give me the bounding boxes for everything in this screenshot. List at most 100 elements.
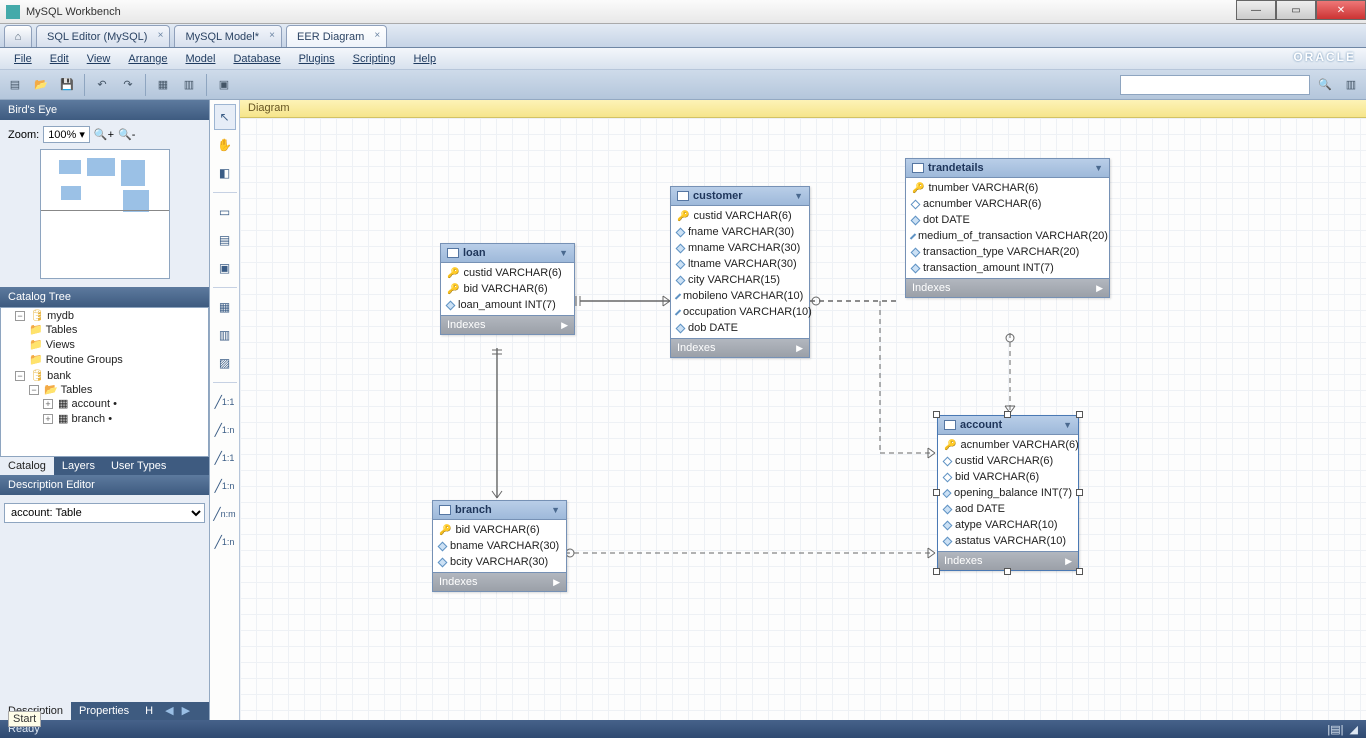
tab-eer-diagram[interactable]: EER Diagram × xyxy=(286,25,387,47)
chevron-down-icon[interactable]: ▼ xyxy=(559,248,568,258)
rel-1-n-id-icon[interactable]: ╱1:n xyxy=(214,473,236,499)
diamond-icon xyxy=(911,215,921,225)
tab-close-icon[interactable]: × xyxy=(374,30,380,41)
entity-account[interactable]: account▼ 🔑acnumber VARCHAR(6) custid VAR… xyxy=(937,415,1079,571)
tab-label: EER Diagram xyxy=(297,31,364,43)
catalog-tree[interactable]: − 🛢 mydb 📁 Tables 📁 Views 📁 Routine Grou… xyxy=(0,307,209,457)
eraser-tool-icon[interactable]: ◧ xyxy=(214,160,236,186)
export-icon[interactable]: ▣ xyxy=(213,74,235,96)
panel-tab-history[interactable]: H xyxy=(137,702,161,720)
resize-handle[interactable] xyxy=(933,411,940,418)
panel-tab-properties[interactable]: Properties xyxy=(71,702,137,720)
resize-handle[interactable] xyxy=(1076,411,1083,418)
note-tool-icon[interactable]: ▤ xyxy=(214,227,236,253)
panel-tab-layers[interactable]: Layers xyxy=(54,457,103,475)
maximize-button[interactable]: ▭ xyxy=(1276,0,1316,20)
diagram-header: Diagram xyxy=(240,100,1366,118)
menu-arrange[interactable]: Arrange xyxy=(120,51,175,67)
resize-handle[interactable] xyxy=(933,568,940,575)
align-icon[interactable]: ▥ xyxy=(178,74,200,96)
zoom-out-icon[interactable]: 🔍- xyxy=(118,128,135,141)
search-input[interactable] xyxy=(1120,75,1310,95)
tab-close-icon[interactable]: × xyxy=(269,30,275,41)
table-tool-icon[interactable]: ▦ xyxy=(214,294,236,320)
resize-handle[interactable] xyxy=(933,489,940,496)
panel-tab-left-arrow[interactable]: ◀ xyxy=(161,702,177,720)
app-title: MySQL Workbench xyxy=(26,6,121,18)
status-grip-icon: ◢ xyxy=(1350,723,1358,736)
new-file-icon[interactable]: ▤ xyxy=(4,74,26,96)
rel-1-1-nonid-icon[interactable]: ╱1:1 xyxy=(214,389,236,415)
diamond-icon xyxy=(676,243,686,253)
entity-title: customer xyxy=(693,190,743,202)
view-tool-icon[interactable]: ▥ xyxy=(214,322,236,348)
tab-sql-editor[interactable]: SQL Editor (MySQL) × xyxy=(36,25,170,47)
menu-plugins[interactable]: Plugins xyxy=(291,51,343,67)
entity-customer[interactable]: customer▼ 🔑custid VARCHAR(6) fname VARCH… xyxy=(670,186,810,358)
key-icon: 🔑 xyxy=(944,440,956,451)
menu-scripting[interactable]: Scripting xyxy=(345,51,404,67)
tree-item-account[interactable]: + ▦ account • xyxy=(43,396,208,411)
tab-label: MySQL Model* xyxy=(185,31,259,43)
menu-database[interactable]: Database xyxy=(225,51,288,67)
tree-item-branch[interactable]: + ▦ branch • xyxy=(43,411,208,426)
resize-handle[interactable] xyxy=(1076,568,1083,575)
chevron-right-icon[interactable]: ▶ xyxy=(1096,283,1103,294)
chevron-right-icon[interactable]: ▶ xyxy=(561,320,568,331)
menu-help[interactable]: Help xyxy=(405,51,444,67)
search-icon[interactable]: 🔍 xyxy=(1314,74,1336,96)
minimize-button[interactable]: — xyxy=(1236,0,1276,20)
resize-handle[interactable] xyxy=(1076,489,1083,496)
pointer-tool-icon[interactable]: ↖ xyxy=(214,104,236,130)
table-icon xyxy=(944,420,956,430)
entity-trandetails[interactable]: trandetails▼ 🔑tnumber VARCHAR(6) acnumbe… xyxy=(905,158,1110,298)
undo-icon[interactable]: ↶ xyxy=(91,74,113,96)
entity-loan[interactable]: loan▼ 🔑custid VARCHAR(6) 🔑bid VARCHAR(6)… xyxy=(440,243,575,335)
panel-toggle-icon[interactable]: ▥ xyxy=(1340,74,1362,96)
diagram-canvas[interactable]: loan▼ 🔑custid VARCHAR(6) 🔑bid VARCHAR(6)… xyxy=(240,118,1366,720)
menu-model[interactable]: Model xyxy=(178,51,224,67)
chevron-right-icon[interactable]: ▶ xyxy=(1065,556,1072,567)
image-tool-icon[interactable]: ▣ xyxy=(214,255,236,281)
diamond-icon xyxy=(943,504,953,514)
layer-tool-icon[interactable]: ▭ xyxy=(214,199,236,225)
chevron-down-icon[interactable]: ▼ xyxy=(1094,163,1103,173)
chevron-right-icon[interactable]: ▶ xyxy=(553,577,560,588)
panel-tab-usertypes[interactable]: User Types xyxy=(103,457,174,475)
routine-tool-icon[interactable]: ▨ xyxy=(214,350,236,376)
home-tab[interactable]: ⌂ xyxy=(4,25,32,47)
chevron-down-icon[interactable]: ▼ xyxy=(794,191,803,201)
diamond-icon xyxy=(676,259,686,269)
grid-icon[interactable]: ▦ xyxy=(152,74,174,96)
open-file-icon[interactable]: 📂 xyxy=(30,74,52,96)
save-icon[interactable]: 💾 xyxy=(56,74,78,96)
panel-tab-catalog[interactable]: Catalog xyxy=(0,457,54,475)
birds-eye-minimap[interactable] xyxy=(40,149,170,279)
zoom-in-icon[interactable]: 🔍+ xyxy=(94,128,114,141)
redo-icon[interactable]: ↷ xyxy=(117,74,139,96)
chevron-down-icon[interactable]: ▼ xyxy=(1063,420,1072,430)
hand-tool-icon[interactable]: ✋ xyxy=(214,132,236,158)
zoom-select[interactable]: 100% ▾ xyxy=(43,126,90,143)
rel-n-m-icon[interactable]: ╱n:m xyxy=(214,501,236,527)
tab-close-icon[interactable]: × xyxy=(158,30,164,41)
menu-edit[interactable]: Edit xyxy=(42,51,77,67)
close-button[interactable]: ✕ xyxy=(1316,0,1366,20)
entity-branch[interactable]: branch▼ 🔑bid VARCHAR(6) bname VARCHAR(30… xyxy=(432,500,567,592)
resize-handle[interactable] xyxy=(1004,568,1011,575)
panel-tab-right-arrow[interactable]: ▶ xyxy=(178,702,194,720)
rel-1-1-id-icon[interactable]: ╱1:1 xyxy=(214,445,236,471)
chevron-right-icon[interactable]: ▶ xyxy=(796,343,803,354)
catalog-panel-tabs: Catalog Layers User Types xyxy=(0,457,209,475)
rel-1-n-existing-icon[interactable]: ╱1:n xyxy=(214,529,236,555)
chevron-down-icon[interactable]: ▼ xyxy=(551,505,560,515)
separator xyxy=(84,74,85,96)
menu-view[interactable]: View xyxy=(79,51,119,67)
resize-handle[interactable] xyxy=(1004,411,1011,418)
tab-mysql-model[interactable]: MySQL Model* × xyxy=(174,25,282,47)
indexes-label: Indexes xyxy=(439,576,478,588)
left-sidebar: Bird's Eye Zoom: 100% ▾ 🔍+ 🔍- Catalog Tr… xyxy=(0,100,210,720)
description-select[interactable]: account: Table xyxy=(4,503,205,523)
menu-file[interactable]: File xyxy=(6,51,40,67)
rel-1-n-nonid-icon[interactable]: ╱1:n xyxy=(214,417,236,443)
